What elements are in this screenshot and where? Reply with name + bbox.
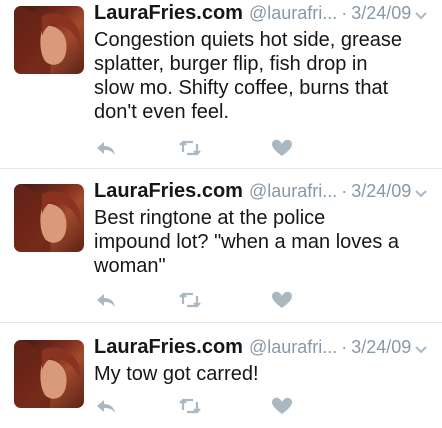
- display-name[interactable]: LauraFries.com: [94, 2, 243, 24]
- tweet-actions: [94, 138, 434, 158]
- tweet-text: Best ringtone at the police impound lot?…: [94, 206, 434, 278]
- divider: [0, 168, 442, 169]
- username[interactable]: @laurafri...: [249, 3, 337, 23]
- tweet-text-line: My tow got carred!: [94, 363, 259, 385]
- separator: ·: [341, 3, 348, 23]
- retweet-icon[interactable]: [178, 138, 202, 158]
- like-icon[interactable]: [270, 138, 294, 158]
- tweet-actions: [94, 290, 434, 310]
- tweet-text-line: slow mo. Shifty coffee, burns that: [94, 77, 389, 99]
- tweet[interactable]: LauraFries.com @laurafri... · 3/24/09 My to…: [0, 336, 442, 426]
- tweet[interactable]: LauraFries.com @laurafri... · 3/24/09 Conge…: [0, 2, 442, 164]
- tweet-text-line: Best ringtone at the police: [94, 207, 326, 229]
- separator: ·: [341, 337, 348, 357]
- chevron-down-icon[interactable]: [414, 8, 428, 22]
- retweet-icon[interactable]: [178, 290, 202, 310]
- chevron-down-icon[interactable]: [414, 186, 428, 200]
- tweet-date[interactable]: 3/24/09: [351, 3, 411, 23]
- tweet-actions: [94, 396, 434, 416]
- chevron-down-icon[interactable]: [414, 342, 428, 356]
- tweet-date[interactable]: 3/24/09: [351, 181, 411, 201]
- avatar[interactable]: [14, 6, 84, 74]
- tweet-header: LauraFries.com @laurafri... · 3/24/09: [94, 336, 434, 362]
- reply-icon[interactable]: [94, 290, 118, 310]
- avatar[interactable]: [14, 340, 84, 408]
- tweet-text-line: don't even feel.: [94, 101, 230, 123]
- tweet-header: LauraFries.com @laurafri... · 3/24/09: [94, 2, 434, 28]
- tweet-text: Congestion quiets hot side, grease splat…: [94, 28, 434, 124]
- avatar[interactable]: [14, 184, 84, 252]
- username[interactable]: @laurafri...: [249, 181, 337, 201]
- tweet-header: LauraFries.com @laurafri... · 3/24/09: [94, 180, 434, 206]
- display-name[interactable]: LauraFries.com: [94, 336, 243, 358]
- tweet-text-line: woman": [94, 255, 166, 277]
- tweet-text-line: impound lot? "when a man loves a: [94, 231, 400, 253]
- like-icon[interactable]: [270, 290, 294, 310]
- divider: [0, 322, 442, 323]
- tweet-text-line: splatter, burger flip, fish drop in: [94, 53, 368, 75]
- tweet-date[interactable]: 3/24/09: [351, 337, 411, 357]
- tweet-text: My tow got carred!: [94, 362, 434, 386]
- retweet-icon[interactable]: [178, 396, 202, 416]
- like-icon[interactable]: [270, 396, 294, 416]
- reply-icon[interactable]: [94, 396, 118, 416]
- tweet[interactable]: LauraFries.com @laurafri... · 3/24/09 Best …: [0, 180, 442, 317]
- reply-icon[interactable]: [94, 138, 118, 158]
- separator: ·: [341, 181, 348, 201]
- username[interactable]: @laurafri...: [249, 337, 337, 357]
- display-name[interactable]: LauraFries.com: [94, 180, 243, 202]
- tweet-text-line: Congestion quiets hot side, grease: [94, 29, 402, 51]
